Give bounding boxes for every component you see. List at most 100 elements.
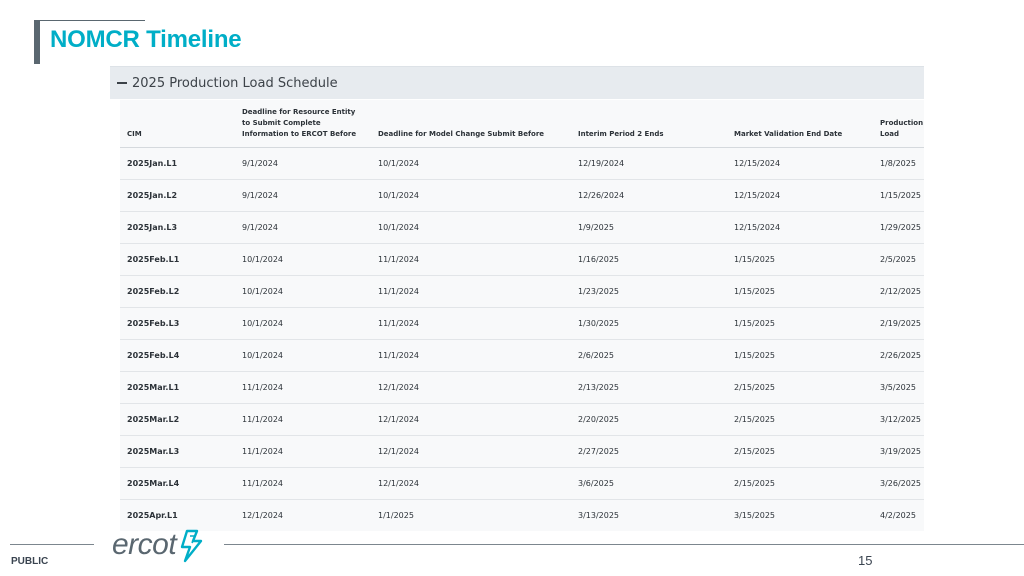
panel-header[interactable]: 2025 Production Load Schedule — [110, 66, 924, 99]
table-row: 2025Feb.L3 10/1/2024 11/1/2024 1/30/2025 1/1… — [120, 308, 924, 340]
cell-model-change-deadline: 12/1/2024 — [378, 415, 420, 424]
table-row: 2025Feb.L1 10/1/2024 11/1/2024 1/16/2025 1/1… — [120, 244, 924, 276]
slide-title: NOMCR Timeline — [50, 26, 242, 53]
column-header-re-deadline: Deadline for Resource Entity to Submit C… — [242, 108, 357, 138]
table-row: 2025Mar.L1 11/1/2024 12/1/2024 2/13/2025 2/1… — [120, 372, 924, 404]
table-row: 2025Feb.L4 10/1/2024 11/1/2024 2/6/2025 1/15… — [120, 340, 924, 372]
cell-market-validation-end: 12/15/2024 — [734, 223, 781, 232]
cell-production-load: 2/26/2025 — [880, 351, 922, 360]
cell-production-load: 3/26/2025 — [880, 479, 922, 488]
cell-production-load: 1/29/2025 — [880, 223, 922, 232]
cell-market-validation-end: 1/15/2025 — [734, 287, 776, 296]
cell-cim: 2025Mar.L1 — [127, 383, 180, 392]
panel-header-label: 2025 Production Load Schedule — [132, 75, 338, 91]
cell-production-load: 2/19/2025 — [880, 319, 922, 328]
cell-re-deadline: 11/1/2024 — [242, 415, 284, 424]
cell-interim-period-end: 1/9/2025 — [578, 223, 614, 232]
title-accent-bar — [34, 20, 40, 64]
cell-market-validation-end: 2/15/2025 — [734, 447, 776, 456]
cell-market-validation-end: 3/15/2025 — [734, 511, 776, 520]
cell-interim-period-end: 3/13/2025 — [578, 511, 620, 520]
column-header-market-validation: Market Validation End Date — [734, 130, 843, 138]
cell-interim-period-end: 2/6/2025 — [578, 351, 614, 360]
column-header-interim-period: Interim Period 2 Ends — [578, 130, 664, 138]
cell-model-change-deadline: 1/1/2025 — [378, 511, 414, 520]
cell-production-load: 2/12/2025 — [880, 287, 922, 296]
column-header-model-change-deadline: Deadline for Model Change Submit Before — [378, 130, 545, 138]
cell-model-change-deadline: 11/1/2024 — [378, 319, 420, 328]
table-row: 2025Jan.L2 9/1/2024 10/1/2024 12/26/2024 12/… — [120, 180, 924, 212]
cell-production-load: 1/8/2025 — [880, 159, 916, 168]
cell-model-change-deadline: 12/1/2024 — [378, 383, 420, 392]
cell-model-change-deadline: 10/1/2024 — [378, 223, 420, 232]
table-row: 2025Feb.L2 10/1/2024 11/1/2024 1/23/2025 1/1… — [120, 276, 924, 308]
cell-market-validation-end: 2/15/2025 — [734, 479, 776, 488]
table-row: 2025Jan.L1 9/1/2024 10/1/2024 12/19/2024 12/… — [120, 148, 924, 180]
cell-model-change-deadline: 10/1/2024 — [378, 159, 420, 168]
classification-label: PUBLIC — [11, 556, 49, 567]
table-row: 2025Mar.L3 11/1/2024 12/1/2024 2/27/2025 2/1… — [120, 436, 924, 468]
cell-production-load: 4/2/2025 — [880, 511, 916, 520]
cell-re-deadline: 10/1/2024 — [242, 287, 284, 296]
cell-interim-period-end: 1/23/2025 — [578, 287, 620, 296]
cell-cim: 2025Jan.L3 — [127, 223, 178, 232]
cell-production-load: 3/5/2025 — [880, 383, 916, 392]
cell-model-change-deadline: 12/1/2024 — [378, 447, 420, 456]
cell-production-load: 3/19/2025 — [880, 447, 922, 456]
title-accent-rule — [34, 20, 145, 21]
cell-interim-period-end: 2/20/2025 — [578, 415, 620, 424]
cell-market-validation-end: 1/15/2025 — [734, 319, 776, 328]
logo-wordmark: ercot — [112, 528, 177, 561]
cell-re-deadline: 11/1/2024 — [242, 447, 284, 456]
cell-re-deadline: 12/1/2024 — [242, 511, 284, 520]
lightning-bolt-icon — [181, 529, 203, 563]
column-header-cim: CIM — [127, 130, 142, 138]
cell-interim-period-end: 12/19/2024 — [578, 159, 625, 168]
cell-market-validation-end: 2/15/2025 — [734, 415, 776, 424]
schedule-panel: 2025 Production Load Schedule CIM Deadli… — [110, 66, 924, 531]
cell-cim: 2025Jan.L2 — [127, 191, 178, 200]
cell-market-validation-end: 12/15/2024 — [734, 191, 781, 200]
cell-model-change-deadline: 12/1/2024 — [378, 479, 420, 488]
cell-market-validation-end: 1/15/2025 — [734, 351, 776, 360]
cell-market-validation-end: 2/15/2025 — [734, 383, 776, 392]
cell-interim-period-end: 3/6/2025 — [578, 479, 614, 488]
cell-re-deadline: 11/1/2024 — [242, 479, 284, 488]
cell-production-load: 2/5/2025 — [880, 255, 916, 264]
cell-re-deadline: 10/1/2024 — [242, 351, 284, 360]
table-row: 2025Jan.L3 9/1/2024 10/1/2024 1/9/2025 12/15… — [120, 212, 924, 244]
table-header-row: CIM Deadline for Resource Entity to Subm… — [120, 100, 924, 148]
cell-re-deadline: 10/1/2024 — [242, 319, 284, 328]
cell-interim-period-end: 1/30/2025 — [578, 319, 620, 328]
cell-model-change-deadline: 10/1/2024 — [378, 191, 420, 200]
table-body: 2025Jan.L1 9/1/2024 10/1/2024 12/19/2024 12/… — [120, 148, 924, 531]
cell-cim: 2025Jan.L1 — [127, 159, 178, 168]
cell-re-deadline: 11/1/2024 — [242, 383, 284, 392]
cell-interim-period-end: 2/13/2025 — [578, 383, 620, 392]
cell-production-load: 3/12/2025 — [880, 415, 922, 424]
cell-cim: 2025Mar.L4 — [127, 479, 180, 488]
footer-divider-right — [224, 544, 1024, 545]
cell-re-deadline: 9/1/2024 — [242, 191, 278, 200]
cell-production-load: 1/15/2025 — [880, 191, 922, 200]
cell-model-change-deadline: 11/1/2024 — [378, 351, 420, 360]
cell-cim: 2025Feb.L4 — [127, 351, 180, 360]
column-header-production-load: Production Load — [880, 119, 924, 138]
cell-re-deadline: 10/1/2024 — [242, 255, 284, 264]
cell-market-validation-end: 12/15/2024 — [734, 159, 781, 168]
cell-cim: 2025Mar.L2 — [127, 415, 180, 424]
table-row: 2025Apr.L1 12/1/2024 1/1/2025 3/13/2025 3/15… — [120, 500, 924, 531]
cell-interim-period-end: 1/16/2025 — [578, 255, 620, 264]
page-number: 15 — [858, 553, 873, 568]
table-row: 2025Mar.L2 11/1/2024 12/1/2024 2/20/2025 2/1… — [120, 404, 924, 436]
cell-cim: 2025Feb.L3 — [127, 319, 180, 328]
cell-cim: 2025Feb.L2 — [127, 287, 180, 296]
schedule-table: CIM Deadline for Resource Entity to Subm… — [120, 100, 924, 531]
ercot-logo: ercot — [112, 527, 205, 563]
cell-cim: 2025Mar.L3 — [127, 447, 180, 456]
cell-re-deadline: 9/1/2024 — [242, 223, 278, 232]
cell-model-change-deadline: 11/1/2024 — [378, 255, 420, 264]
cell-market-validation-end: 1/15/2025 — [734, 255, 776, 264]
table-row: 2025Mar.L4 11/1/2024 12/1/2024 3/6/2025 2/15… — [120, 468, 924, 500]
minus-icon[interactable] — [117, 82, 127, 84]
